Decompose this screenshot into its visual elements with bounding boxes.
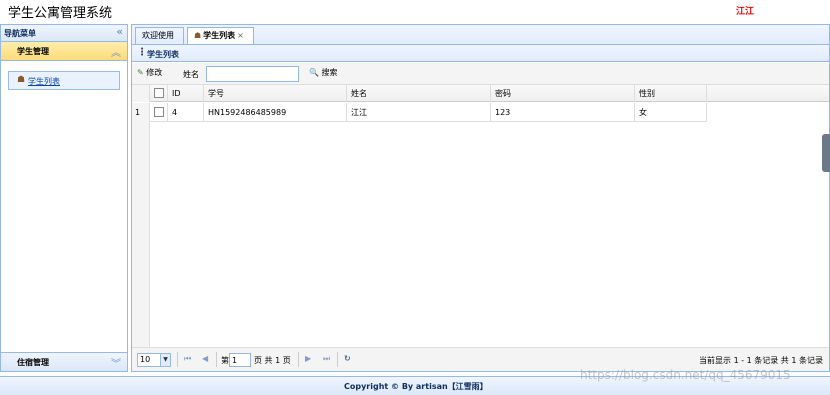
- header-filler: [707, 85, 829, 102]
- cell-student-no: HN1592486485989: [204, 103, 347, 122]
- column-header-name[interactable]: 姓名: [347, 85, 491, 102]
- select-all-checkbox[interactable]: [150, 85, 168, 102]
- search-button-label: 搜索: [321, 68, 338, 77]
- student-table: ID 学号 姓名 密码 性别 1 4 HN1592486485989 江江 12…: [132, 85, 829, 349]
- row-checkbox[interactable]: [150, 103, 168, 122]
- accordion-title: 住宿管理: [17, 358, 49, 367]
- panel-title: 学生列表: [147, 50, 179, 59]
- pencil-icon: ✎: [137, 68, 144, 77]
- nav-title: 导航菜单: [4, 29, 36, 38]
- accordion-student-management[interactable]: 学生管理 ︽: [1, 42, 127, 61]
- double-chevron-down-icon[interactable]: ︾: [111, 355, 121, 370]
- toolbar: ✎ 修改 姓名 🔍 搜索: [132, 63, 829, 85]
- nav-header: 导航菜单 «: [1, 25, 127, 42]
- side-drawer-handle[interactable]: [822, 134, 830, 172]
- column-header-password[interactable]: 密码: [491, 85, 635, 102]
- cell-password: 123: [491, 103, 635, 122]
- user-icon: ☗: [17, 75, 26, 85]
- cell-gender: 女: [635, 103, 707, 122]
- cell-name: 江江: [347, 103, 491, 122]
- refresh-icon[interactable]: ↻: [344, 354, 351, 363]
- cell-id: 4: [168, 103, 204, 122]
- pager-separator: [298, 352, 299, 367]
- search-button[interactable]: 🔍 搜索: [309, 67, 338, 78]
- pager-separator: [216, 352, 217, 367]
- student-list-panel: ⋮ 学生列表 ✎ 修改 姓名 🔍 搜索 ID 学号 姓名 密码 性别 1 4 H…: [131, 44, 830, 372]
- list-icon: ⋮: [137, 47, 147, 58]
- app-header: 学生公寓管理系统 江江: [0, 0, 830, 24]
- page-suffix: 页 共 1 页: [254, 356, 291, 365]
- row-number-column: [132, 122, 150, 349]
- page-number-input[interactable]: [229, 353, 251, 367]
- column-header-id[interactable]: ID: [168, 85, 204, 102]
- double-chevron-left-icon[interactable]: «: [116, 25, 123, 38]
- prev-page-icon[interactable]: ◀: [202, 354, 208, 363]
- tab-label: 欢迎使用: [142, 31, 174, 40]
- panel-header: ⋮ 学生列表: [132, 45, 829, 62]
- double-chevron-up-icon[interactable]: ︽: [111, 44, 121, 59]
- column-header-gender[interactable]: 性别: [635, 85, 707, 102]
- search-icon: 🔍: [309, 68, 319, 77]
- accordion-title: 学生管理: [17, 47, 49, 56]
- user-icon: ☗: [194, 31, 202, 40]
- last-page-icon[interactable]: ⏭: [323, 354, 330, 364]
- pager-separator: [337, 352, 338, 367]
- pagination-info: 当前显示 1 - 1 条记录 共 1 条记录: [699, 356, 823, 365]
- edit-button-label: 修改: [146, 68, 163, 77]
- table-row[interactable]: 1 4 HN1592486485989 江江 123 女: [132, 103, 707, 122]
- app-title: 学生公寓管理系统: [8, 6, 113, 21]
- sidebar-item-label[interactable]: 学生列表: [28, 76, 60, 87]
- accordion-dorm-management[interactable]: 住宿管理 ︾: [1, 352, 127, 371]
- page-size-select[interactable]: 10 ▼: [137, 353, 171, 367]
- navigation-panel: 导航菜单 « 学生管理 ︽ ☗ 学生列表 住宿管理 ︾: [0, 24, 128, 372]
- next-page-icon[interactable]: ▶: [305, 354, 311, 363]
- row-number: 1: [132, 103, 150, 122]
- pager-separator: [177, 352, 178, 367]
- sidebar-item-student-list[interactable]: ☗ 学生列表: [8, 71, 120, 90]
- column-header-student-no[interactable]: 学号: [204, 85, 347, 102]
- current-user-name[interactable]: 江江: [736, 4, 754, 17]
- close-icon[interactable]: ×: [237, 31, 244, 40]
- watermark-url: https://blog.csdn.net/qq_45679015: [580, 368, 791, 382]
- edit-button[interactable]: ✎ 修改: [137, 67, 162, 78]
- footer-copyright: Copyright © By artisan【江雪雨】: [344, 382, 488, 391]
- search-name-input[interactable]: [206, 66, 299, 82]
- table-header: ID 学号 姓名 密码 性别: [132, 85, 829, 102]
- first-page-icon[interactable]: ⏮: [184, 354, 191, 364]
- tab-welcome[interactable]: 欢迎使用: [135, 27, 184, 45]
- tab-student-list[interactable]: ☗ 学生列表 ×: [187, 27, 254, 45]
- chevron-down-icon[interactable]: ▼: [160, 354, 170, 366]
- row-number-header: [132, 85, 150, 102]
- tab-bar: 欢迎使用 ☗ 学生列表 ×: [131, 24, 830, 45]
- page-prefix: 第: [221, 356, 229, 365]
- tab-label: 学生列表: [203, 31, 236, 40]
- page-size-value: 10: [140, 355, 151, 364]
- search-name-label: 姓名: [183, 70, 199, 79]
